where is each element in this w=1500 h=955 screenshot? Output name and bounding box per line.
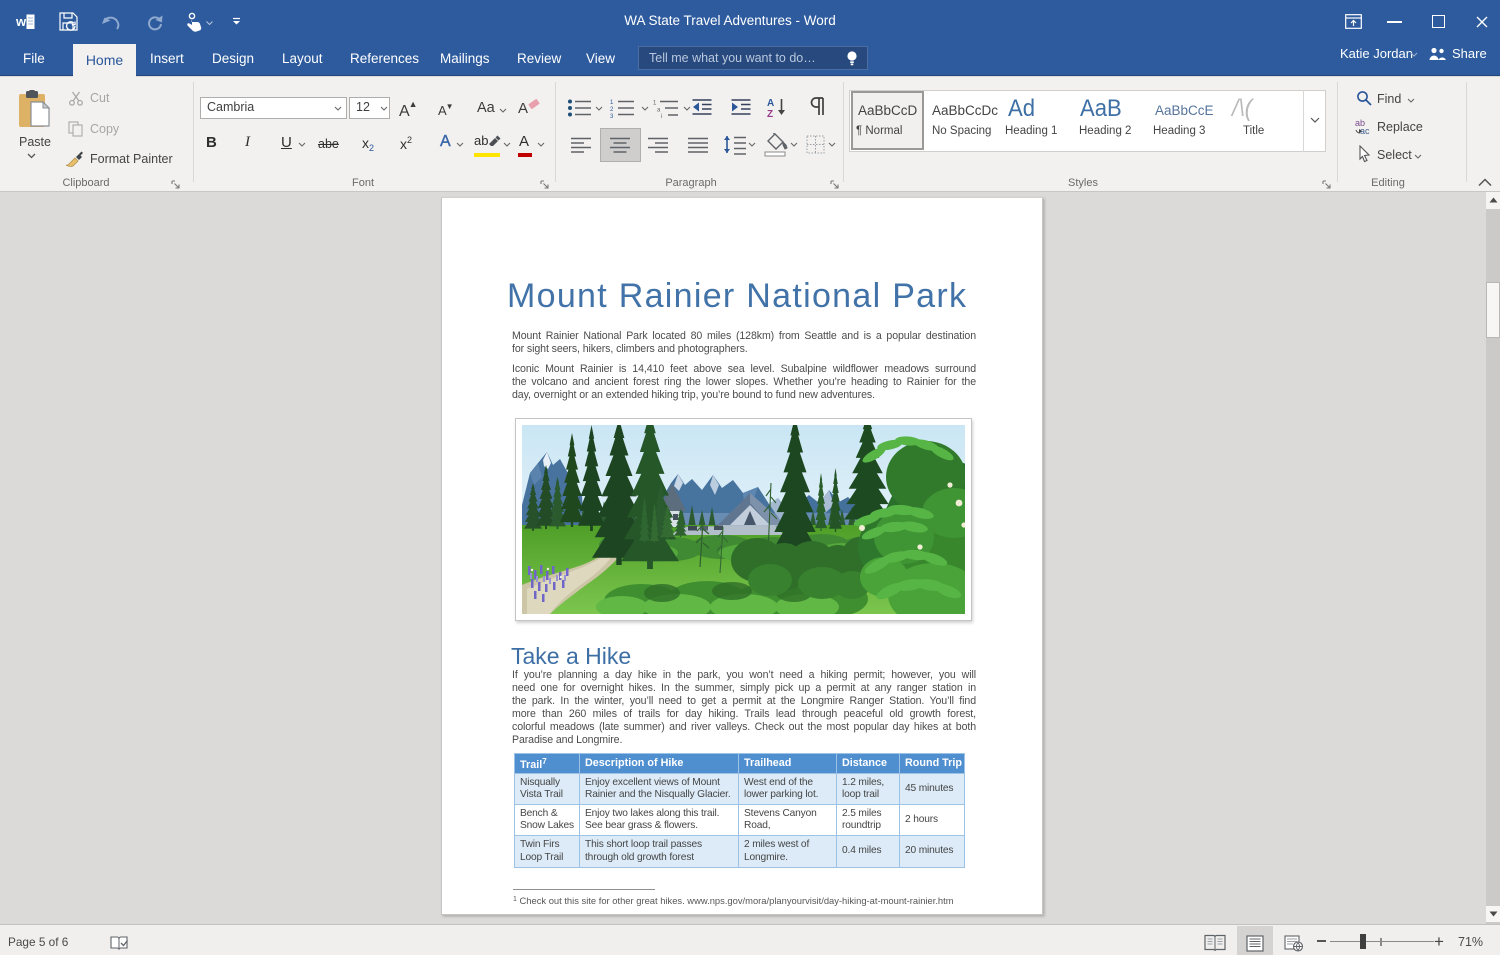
svg-text:Z: Z — [767, 109, 773, 118]
svg-text:a: a — [657, 108, 661, 114]
svg-text:1: 1 — [610, 100, 614, 106]
svg-text:3: 3 — [610, 114, 614, 118]
svg-text:ac: ac — [1360, 126, 1370, 135]
svg-text:1: 1 — [653, 101, 657, 107]
svg-text:A: A — [767, 98, 774, 109]
svg-text:i: i — [661, 114, 662, 118]
svg-text:2: 2 — [610, 107, 614, 113]
